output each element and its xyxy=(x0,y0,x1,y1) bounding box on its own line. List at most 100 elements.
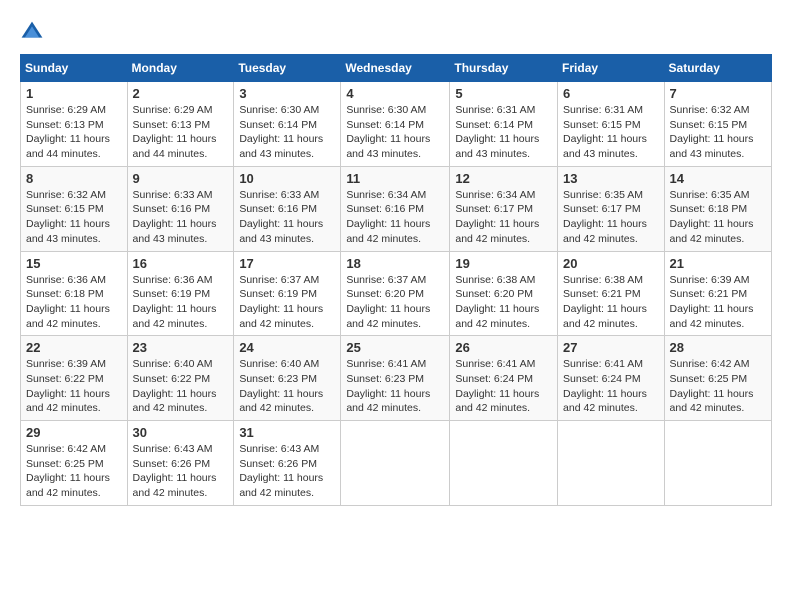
day-info: Sunrise: 6:43 AMSunset: 6:26 PMDaylight:… xyxy=(239,442,335,501)
calendar-cell: 31 Sunrise: 6:43 AMSunset: 6:26 PMDaylig… xyxy=(234,421,341,506)
day-number: 26 xyxy=(455,340,552,355)
calendar-cell: 20 Sunrise: 6:38 AMSunset: 6:21 PMDaylig… xyxy=(558,251,665,336)
day-number: 25 xyxy=(346,340,444,355)
day-number: 29 xyxy=(26,425,122,440)
logo-icon xyxy=(20,20,44,44)
weekday-header-thursday: Thursday xyxy=(450,55,558,82)
day-info: Sunrise: 6:41 AMSunset: 6:24 PMDaylight:… xyxy=(563,357,659,416)
calendar-cell: 30 Sunrise: 6:43 AMSunset: 6:26 PMDaylig… xyxy=(127,421,234,506)
calendar-cell: 18 Sunrise: 6:37 AMSunset: 6:20 PMDaylig… xyxy=(341,251,450,336)
day-number: 4 xyxy=(346,86,444,101)
calendar-cell xyxy=(341,421,450,506)
day-number: 1 xyxy=(26,86,122,101)
day-info: Sunrise: 6:32 AMSunset: 6:15 PMDaylight:… xyxy=(670,103,766,162)
calendar-cell: 14 Sunrise: 6:35 AMSunset: 6:18 PMDaylig… xyxy=(664,166,771,251)
day-number: 7 xyxy=(670,86,766,101)
calendar-cell: 19 Sunrise: 6:38 AMSunset: 6:20 PMDaylig… xyxy=(450,251,558,336)
weekday-header-sunday: Sunday xyxy=(21,55,128,82)
day-number: 22 xyxy=(26,340,122,355)
day-info: Sunrise: 6:35 AMSunset: 6:18 PMDaylight:… xyxy=(670,188,766,247)
calendar-cell xyxy=(664,421,771,506)
weekday-header-friday: Friday xyxy=(558,55,665,82)
day-number: 13 xyxy=(563,171,659,186)
day-number: 21 xyxy=(670,256,766,271)
day-number: 8 xyxy=(26,171,122,186)
day-info: Sunrise: 6:41 AMSunset: 6:24 PMDaylight:… xyxy=(455,357,552,416)
day-number: 24 xyxy=(239,340,335,355)
calendar-cell: 22 Sunrise: 6:39 AMSunset: 6:22 PMDaylig… xyxy=(21,336,128,421)
calendar-week-2: 8 Sunrise: 6:32 AMSunset: 6:15 PMDayligh… xyxy=(21,166,772,251)
day-number: 17 xyxy=(239,256,335,271)
calendar-week-4: 22 Sunrise: 6:39 AMSunset: 6:22 PMDaylig… xyxy=(21,336,772,421)
day-info: Sunrise: 6:30 AMSunset: 6:14 PMDaylight:… xyxy=(346,103,444,162)
day-info: Sunrise: 6:42 AMSunset: 6:25 PMDaylight:… xyxy=(26,442,122,501)
day-info: Sunrise: 6:35 AMSunset: 6:17 PMDaylight:… xyxy=(563,188,659,247)
day-number: 10 xyxy=(239,171,335,186)
weekday-header-monday: Monday xyxy=(127,55,234,82)
day-number: 2 xyxy=(133,86,229,101)
day-info: Sunrise: 6:40 AMSunset: 6:23 PMDaylight:… xyxy=(239,357,335,416)
day-number: 12 xyxy=(455,171,552,186)
day-number: 30 xyxy=(133,425,229,440)
calendar-cell: 4 Sunrise: 6:30 AMSunset: 6:14 PMDayligh… xyxy=(341,82,450,167)
day-number: 16 xyxy=(133,256,229,271)
day-number: 18 xyxy=(346,256,444,271)
calendar-cell: 26 Sunrise: 6:41 AMSunset: 6:24 PMDaylig… xyxy=(450,336,558,421)
calendar-cell: 29 Sunrise: 6:42 AMSunset: 6:25 PMDaylig… xyxy=(21,421,128,506)
weekday-header-wednesday: Wednesday xyxy=(341,55,450,82)
day-info: Sunrise: 6:31 AMSunset: 6:15 PMDaylight:… xyxy=(563,103,659,162)
calendar-cell: 16 Sunrise: 6:36 AMSunset: 6:19 PMDaylig… xyxy=(127,251,234,336)
day-info: Sunrise: 6:41 AMSunset: 6:23 PMDaylight:… xyxy=(346,357,444,416)
day-info: Sunrise: 6:33 AMSunset: 6:16 PMDaylight:… xyxy=(239,188,335,247)
day-info: Sunrise: 6:39 AMSunset: 6:21 PMDaylight:… xyxy=(670,273,766,332)
calendar-cell: 2 Sunrise: 6:29 AMSunset: 6:13 PMDayligh… xyxy=(127,82,234,167)
calendar-cell: 7 Sunrise: 6:32 AMSunset: 6:15 PMDayligh… xyxy=(664,82,771,167)
day-number: 27 xyxy=(563,340,659,355)
calendar-cell: 21 Sunrise: 6:39 AMSunset: 6:21 PMDaylig… xyxy=(664,251,771,336)
day-info: Sunrise: 6:29 AMSunset: 6:13 PMDaylight:… xyxy=(133,103,229,162)
day-info: Sunrise: 6:36 AMSunset: 6:19 PMDaylight:… xyxy=(133,273,229,332)
day-number: 23 xyxy=(133,340,229,355)
calendar-cell: 27 Sunrise: 6:41 AMSunset: 6:24 PMDaylig… xyxy=(558,336,665,421)
day-number: 3 xyxy=(239,86,335,101)
day-info: Sunrise: 6:34 AMSunset: 6:17 PMDaylight:… xyxy=(455,188,552,247)
day-number: 9 xyxy=(133,171,229,186)
day-number: 31 xyxy=(239,425,335,440)
day-info: Sunrise: 6:31 AMSunset: 6:14 PMDaylight:… xyxy=(455,103,552,162)
day-info: Sunrise: 6:37 AMSunset: 6:19 PMDaylight:… xyxy=(239,273,335,332)
calendar-cell: 12 Sunrise: 6:34 AMSunset: 6:17 PMDaylig… xyxy=(450,166,558,251)
calendar-cell: 24 Sunrise: 6:40 AMSunset: 6:23 PMDaylig… xyxy=(234,336,341,421)
weekday-header-tuesday: Tuesday xyxy=(234,55,341,82)
calendar-cell: 10 Sunrise: 6:33 AMSunset: 6:16 PMDaylig… xyxy=(234,166,341,251)
day-info: Sunrise: 6:34 AMSunset: 6:16 PMDaylight:… xyxy=(346,188,444,247)
day-number: 20 xyxy=(563,256,659,271)
day-number: 15 xyxy=(26,256,122,271)
day-info: Sunrise: 6:29 AMSunset: 6:13 PMDaylight:… xyxy=(26,103,122,162)
calendar-cell: 28 Sunrise: 6:42 AMSunset: 6:25 PMDaylig… xyxy=(664,336,771,421)
day-number: 11 xyxy=(346,171,444,186)
day-info: Sunrise: 6:32 AMSunset: 6:15 PMDaylight:… xyxy=(26,188,122,247)
calendar-cell: 11 Sunrise: 6:34 AMSunset: 6:16 PMDaylig… xyxy=(341,166,450,251)
calendar-cell: 6 Sunrise: 6:31 AMSunset: 6:15 PMDayligh… xyxy=(558,82,665,167)
day-number: 28 xyxy=(670,340,766,355)
calendar-cell: 5 Sunrise: 6:31 AMSunset: 6:14 PMDayligh… xyxy=(450,82,558,167)
calendar-cell: 23 Sunrise: 6:40 AMSunset: 6:22 PMDaylig… xyxy=(127,336,234,421)
day-info: Sunrise: 6:43 AMSunset: 6:26 PMDaylight:… xyxy=(133,442,229,501)
calendar-cell: 15 Sunrise: 6:36 AMSunset: 6:18 PMDaylig… xyxy=(21,251,128,336)
page-header xyxy=(20,20,772,44)
calendar-cell: 8 Sunrise: 6:32 AMSunset: 6:15 PMDayligh… xyxy=(21,166,128,251)
weekday-header-saturday: Saturday xyxy=(664,55,771,82)
logo xyxy=(20,20,48,44)
calendar-cell: 13 Sunrise: 6:35 AMSunset: 6:17 PMDaylig… xyxy=(558,166,665,251)
day-number: 5 xyxy=(455,86,552,101)
day-number: 14 xyxy=(670,171,766,186)
calendar-cell: 17 Sunrise: 6:37 AMSunset: 6:19 PMDaylig… xyxy=(234,251,341,336)
day-info: Sunrise: 6:38 AMSunset: 6:21 PMDaylight:… xyxy=(563,273,659,332)
calendar-cell: 25 Sunrise: 6:41 AMSunset: 6:23 PMDaylig… xyxy=(341,336,450,421)
day-info: Sunrise: 6:33 AMSunset: 6:16 PMDaylight:… xyxy=(133,188,229,247)
calendar-table: SundayMondayTuesdayWednesdayThursdayFrid… xyxy=(20,54,772,506)
calendar-cell xyxy=(558,421,665,506)
day-info: Sunrise: 6:42 AMSunset: 6:25 PMDaylight:… xyxy=(670,357,766,416)
calendar-week-5: 29 Sunrise: 6:42 AMSunset: 6:25 PMDaylig… xyxy=(21,421,772,506)
calendar-cell: 1 Sunrise: 6:29 AMSunset: 6:13 PMDayligh… xyxy=(21,82,128,167)
